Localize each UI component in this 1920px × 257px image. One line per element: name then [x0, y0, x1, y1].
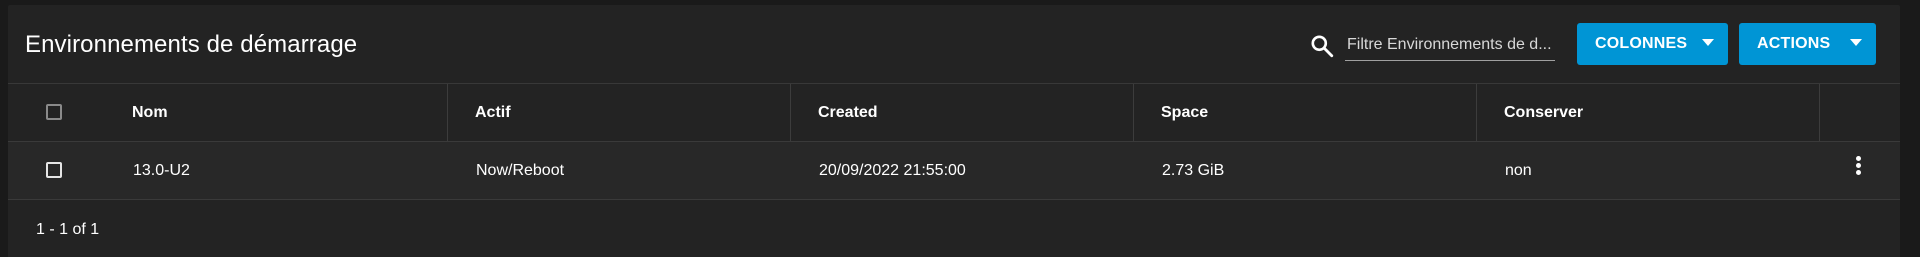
actions-button-label: ACTIONS	[1757, 35, 1831, 52]
row-checkbox[interactable]	[46, 162, 62, 178]
column-divider[interactable]	[1819, 84, 1820, 141]
actions-button[interactable]: ACTIONS	[1739, 23, 1876, 65]
caret-down-icon	[1850, 39, 1862, 46]
table-header-row: Nom Actif Created Space Conserver	[8, 84, 1900, 142]
columns-button[interactable]: COLONNES	[1577, 23, 1728, 65]
table-footer: 1 - 1 of 1	[8, 200, 1900, 257]
cell-space: 2.73 GiB	[1162, 162, 1225, 179]
boot-environments-table: Nom Actif Created Space Conserver 13.0-U…	[8, 84, 1900, 257]
more-vert-icon[interactable]	[1850, 156, 1866, 180]
cell-name: 13.0-U2	[133, 162, 190, 179]
column-divider[interactable]	[1476, 84, 1477, 141]
table-row[interactable]: 13.0-U2 Now/Reboot 20/09/2022 21:55:00 2…	[8, 142, 1900, 200]
column-divider[interactable]	[447, 84, 448, 141]
search-input[interactable]	[1345, 33, 1555, 61]
cell-created: 20/09/2022 21:55:00	[819, 162, 966, 179]
pagination-range: 1 - 1 of 1	[36, 221, 100, 238]
card-header: Environnements de démarrage COLONNES ACT…	[8, 5, 1900, 84]
columns-button-label: COLONNES	[1595, 35, 1688, 52]
page-title: Environnements de démarrage	[25, 31, 358, 58]
column-header-space[interactable]: Space	[1161, 104, 1208, 122]
column-header-name[interactable]: Nom	[132, 104, 168, 122]
column-header-active[interactable]: Actif	[475, 104, 511, 122]
column-divider[interactable]	[790, 84, 791, 141]
column-header-created[interactable]: Created	[818, 104, 878, 122]
select-all-checkbox[interactable]	[46, 104, 62, 120]
caret-down-icon	[1702, 39, 1714, 46]
app-frame: Environnements de démarrage COLONNES ACT…	[0, 0, 1920, 257]
column-header-keep[interactable]: Conserver	[1504, 104, 1583, 122]
boot-environments-card: Environnements de démarrage COLONNES ACT…	[8, 5, 1900, 257]
search-icon[interactable]	[1309, 33, 1335, 59]
cell-active: Now/Reboot	[476, 162, 565, 179]
column-divider[interactable]	[1133, 84, 1134, 141]
cell-keep: non	[1505, 162, 1532, 179]
